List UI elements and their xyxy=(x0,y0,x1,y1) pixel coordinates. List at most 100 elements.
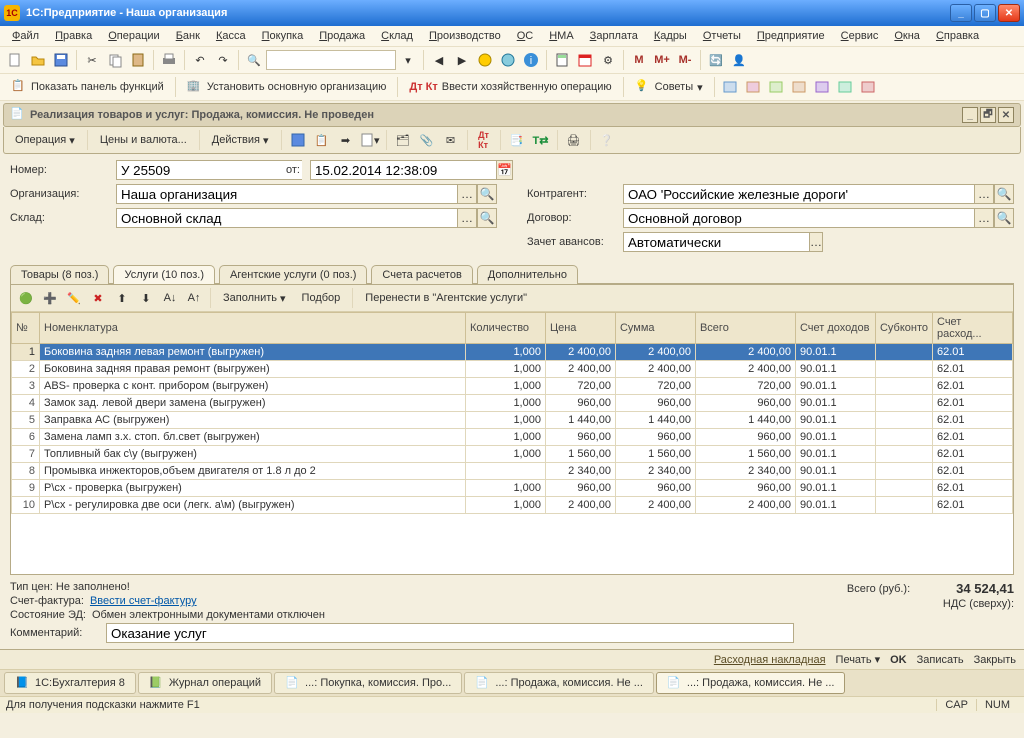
table-row[interactable]: 3ABS- проверка с конт. прибором (выгруже… xyxy=(12,378,1013,395)
tab-3[interactable]: Счета расчетов xyxy=(371,265,472,284)
cell[interactable]: Р\сх - проверка (выгружен) xyxy=(40,480,466,497)
menu-кадры[interactable]: Кадры xyxy=(648,28,693,44)
cut-icon[interactable]: ✂ xyxy=(81,49,103,71)
new-icon[interactable] xyxy=(4,49,26,71)
menu-покупка[interactable]: Покупка xyxy=(256,28,310,44)
users-icon[interactable]: 👤 xyxy=(728,49,750,71)
cell[interactable]: 10 xyxy=(12,497,40,514)
table-row[interactable]: 10Р\сх - регулировка две оси (легк. а\м)… xyxy=(12,497,1013,514)
col-8[interactable]: Счет расход... xyxy=(933,313,1013,344)
table-row[interactable]: 8Промывка инжекторов,объем двигателя от … xyxy=(12,463,1013,480)
col-6[interactable]: Счет доходов xyxy=(795,313,875,344)
table-row[interactable]: 6Замена ламп з.х. стоп. бл.свет (выгруже… xyxy=(12,429,1013,446)
transfer-button[interactable]: Перенести в "Агентские услуги" xyxy=(358,289,534,307)
cell[interactable]: Замок зад. левой двери замена (выгружен) xyxy=(40,395,466,412)
cell[interactable]: 2 340,00 xyxy=(545,463,615,480)
cell[interactable]: 62.01 xyxy=(933,429,1013,446)
select-button[interactable]: … xyxy=(457,184,477,204)
prices-button[interactable]: Цены и валюта... xyxy=(93,131,194,149)
tab-4[interactable]: Дополнительно xyxy=(477,265,578,284)
cell[interactable]: 1 xyxy=(12,344,40,361)
cell[interactable] xyxy=(875,378,932,395)
cell[interactable]: 8 xyxy=(12,463,40,480)
search-input[interactable] xyxy=(266,50,396,70)
col-2[interactable]: Количество xyxy=(465,313,545,344)
delete-row-icon[interactable]: ✖ xyxy=(87,287,109,309)
open-button[interactable]: 🔍 xyxy=(477,208,497,228)
cell[interactable]: 2 xyxy=(12,361,40,378)
menu-склад[interactable]: Склад xyxy=(375,28,419,44)
cell[interactable]: 2 400,00 xyxy=(615,361,695,378)
menu-касса[interactable]: Касса xyxy=(210,28,252,44)
refresh-icon[interactable]: 🔄 xyxy=(705,49,727,71)
quick7-icon[interactable] xyxy=(857,76,879,98)
copy-icon[interactable] xyxy=(104,49,126,71)
cell[interactable]: 1 560,00 xyxy=(545,446,615,463)
cell[interactable]: 2 400,00 xyxy=(695,497,795,514)
table-row[interactable]: 2Боковина задняя правая ремонт (выгружен… xyxy=(12,361,1013,378)
menu-операции[interactable]: Операции xyxy=(102,28,165,44)
cell[interactable] xyxy=(875,361,932,378)
table-row[interactable]: 1Боковина задняя левая ремонт (выгружен)… xyxy=(12,344,1013,361)
cell[interactable]: 1,000 xyxy=(465,361,545,378)
save-icon[interactable] xyxy=(50,49,72,71)
warehouse-input[interactable] xyxy=(116,208,457,228)
cell[interactable]: 3 xyxy=(12,378,40,395)
tips-button[interactable]: 💡Советы ▾ xyxy=(628,76,710,98)
close-doc-button[interactable]: Закрыть xyxy=(974,654,1016,666)
open-button[interactable]: 🔍 xyxy=(994,184,1014,204)
cell[interactable]: 1 440,00 xyxy=(615,412,695,429)
m-minus-icon[interactable]: M- xyxy=(674,49,696,71)
select-button[interactable]: Подбор xyxy=(295,289,348,307)
org-input[interactable] xyxy=(116,184,457,204)
cell[interactable]: 62.01 xyxy=(933,395,1013,412)
menu-зарплата[interactable]: Зарплата xyxy=(584,28,644,44)
quick2-icon[interactable] xyxy=(742,76,764,98)
cell[interactable]: Р\сх - регулировка две оси (легк. а\м) (… xyxy=(40,497,466,514)
undo-icon[interactable]: ↶ xyxy=(189,49,211,71)
cell[interactable] xyxy=(875,412,932,429)
menu-производство[interactable]: Производство xyxy=(423,28,507,44)
doc-transfer-icon[interactable]: T⇄ xyxy=(530,129,552,151)
redo-icon[interactable]: ↷ xyxy=(212,49,234,71)
cell[interactable]: 720,00 xyxy=(545,378,615,395)
cell[interactable]: Боковина задняя левая ремонт (выгружен) xyxy=(40,344,466,361)
fill-button[interactable]: Заполнить ▾ xyxy=(216,289,293,308)
select-button[interactable]: … xyxy=(457,208,477,228)
doc-save-icon[interactable] xyxy=(287,129,309,151)
cell[interactable]: 2 400,00 xyxy=(545,497,615,514)
cell[interactable]: 62.01 xyxy=(933,497,1013,514)
cell[interactable]: ABS- проверка с конт. прибором (выгружен… xyxy=(40,378,466,395)
cell[interactable]: 960,00 xyxy=(545,395,615,412)
sort-asc-icon[interactable]: A↓ xyxy=(159,287,181,309)
menu-нма[interactable]: НМА xyxy=(543,28,579,44)
add-row-icon[interactable]: 🟢 xyxy=(15,287,37,309)
cell[interactable]: 4 xyxy=(12,395,40,412)
cell[interactable]: 960,00 xyxy=(615,480,695,497)
cell[interactable]: 62.01 xyxy=(933,446,1013,463)
doc-email-icon[interactable]: ✉ xyxy=(440,129,462,151)
rashod-link[interactable]: Расходная накладная xyxy=(714,654,826,666)
menu-банк[interactable]: Банк xyxy=(170,28,206,44)
col-1[interactable]: Номенклатура xyxy=(40,313,466,344)
open-button[interactable]: 🔍 xyxy=(994,208,1014,228)
misc-icon[interactable]: ⚙ xyxy=(597,49,619,71)
select-button[interactable]: … xyxy=(974,208,994,228)
quick3-icon[interactable] xyxy=(765,76,787,98)
menu-ос[interactable]: ОС xyxy=(511,28,540,44)
print-icon[interactable] xyxy=(158,49,180,71)
cell[interactable] xyxy=(875,463,932,480)
cell[interactable]: 960,00 xyxy=(615,395,695,412)
cell[interactable]: 62.01 xyxy=(933,412,1013,429)
help-icon[interactable]: i xyxy=(520,49,542,71)
doc-restore-button[interactable]: 🗗 xyxy=(980,107,996,123)
show-panel-button[interactable]: 📋Показать панель функций xyxy=(4,76,171,98)
window-tab-0[interactable]: 📘1С:Бухгалтерия 8 xyxy=(4,672,136,694)
menu-отчеты[interactable]: Отчеты xyxy=(697,28,747,44)
open-icon[interactable] xyxy=(27,49,49,71)
open-button[interactable]: 🔍 xyxy=(477,184,497,204)
paste-icon[interactable] xyxy=(127,49,149,71)
cell[interactable]: 62.01 xyxy=(933,344,1013,361)
col-4[interactable]: Сумма xyxy=(615,313,695,344)
cell[interactable]: 720,00 xyxy=(615,378,695,395)
